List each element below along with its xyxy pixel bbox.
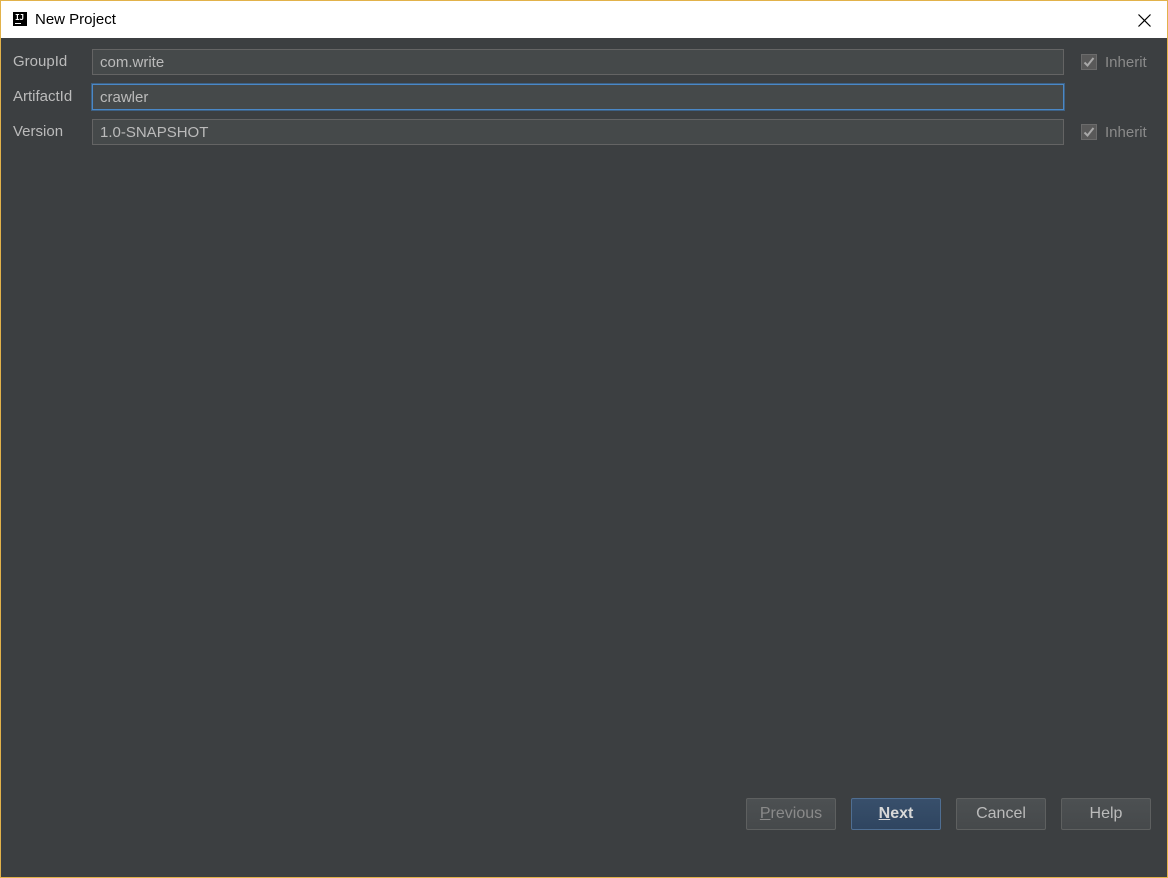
intellij-idea-icon: IJ [13, 12, 27, 26]
artifact-id-field[interactable] [92, 84, 1064, 110]
group-id-field[interactable] [92, 49, 1064, 75]
close-icon [1138, 14, 1151, 27]
app-icon-bar [15, 22, 21, 24]
check-icon [1083, 127, 1095, 137]
group-id-inherit-label: Inherit [1105, 53, 1147, 71]
window-title: New Project [35, 11, 116, 28]
check-icon [1083, 57, 1095, 67]
version-field[interactable] [92, 119, 1064, 145]
version-inherit[interactable]: Inherit [1081, 122, 1147, 142]
help-button[interactable]: Help [1061, 798, 1151, 830]
new-project-dialog: IJ New Project GroupId Inherit ArtifactI… [0, 0, 1168, 878]
artifact-id-label: ArtifactId [13, 88, 73, 105]
version-inherit-label: Inherit [1105, 123, 1147, 141]
group-id-inherit-checkbox[interactable] [1081, 54, 1097, 70]
previous-label-rest: revious [770, 805, 823, 822]
previous-mnemonic: P [759, 805, 771, 822]
app-icon-text: IJ [15, 13, 24, 22]
next-button[interactable]: Next [851, 798, 941, 830]
next-label-rest: ext [890, 805, 914, 822]
previous-button[interactable]: Previous [746, 798, 836, 830]
close-button[interactable] [1129, 6, 1159, 34]
next-mnemonic: N [878, 805, 891, 822]
group-id-label: GroupId [13, 53, 68, 70]
version-label: Version [13, 123, 64, 140]
dialog-content: GroupId Inherit ArtifactId Version Inher… [1, 38, 1167, 877]
title-bar: IJ New Project [1, 1, 1167, 38]
cancel-button[interactable]: Cancel [956, 798, 1046, 830]
version-inherit-checkbox[interactable] [1081, 124, 1097, 140]
group-id-inherit[interactable]: Inherit [1081, 52, 1147, 72]
